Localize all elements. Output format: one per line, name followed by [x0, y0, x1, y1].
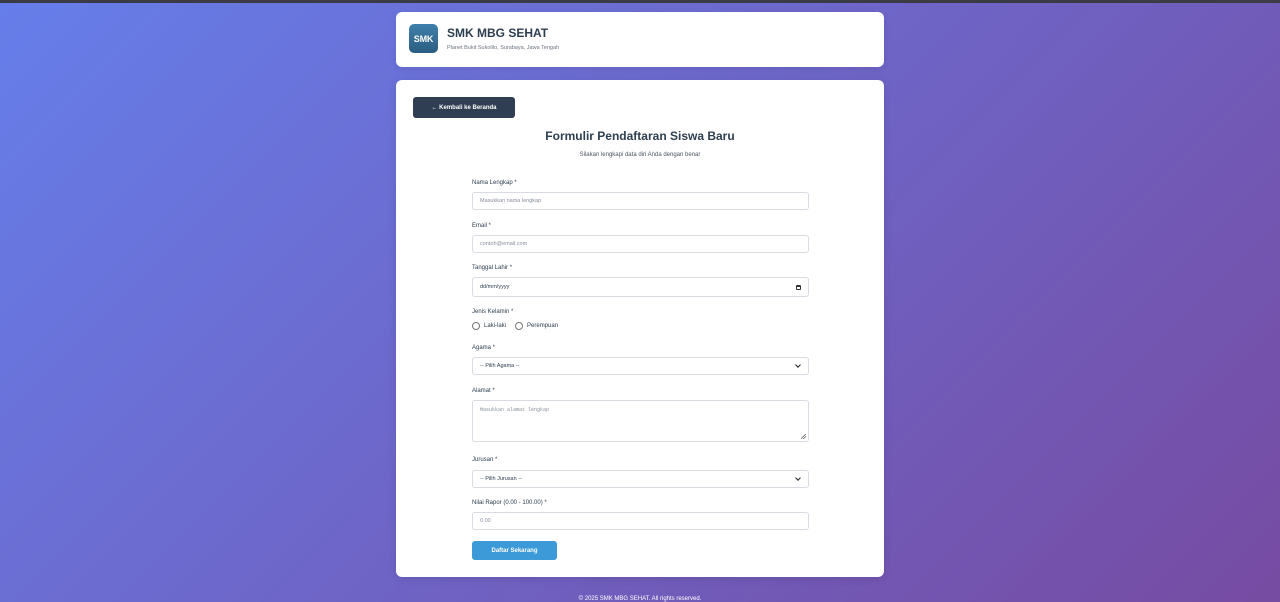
jurusan-label: Jurusan *: [472, 457, 498, 463]
footer-text: © 2025 SMK MBG SEHAT. All rights reserve…: [578, 596, 702, 602]
chevron-down-icon: [795, 362, 801, 368]
radio-laki-label: Laki-laki: [484, 323, 507, 329]
jurusan-select[interactable]: -- Pilih Jurusan --: [472, 470, 809, 488]
radio-option-laki[interactable]: Laki-laki: [472, 322, 506, 330]
date-placeholder: dd/mm/yyyy: [480, 284, 510, 290]
tanggal-input[interactable]: dd/mm/yyyy: [472, 277, 809, 297]
top-border: [0, 0, 1280, 3]
nilai-label: Nilai Rapor (0.00 - 100.00) *: [472, 500, 547, 506]
radio-laki[interactable]: [472, 322, 480, 330]
alamat-textarea[interactable]: Masukkan alamat lengkap: [472, 400, 809, 442]
agama-label: Agama *: [472, 345, 496, 351]
form-title: Formulir Pendaftaran Siswa Baru: [545, 129, 735, 143]
agama-select[interactable]: -- Pilih Agama --: [472, 357, 809, 375]
submit-button[interactable]: Daftar Sekarang: [472, 541, 557, 560]
school-logo: SMK: [409, 24, 438, 53]
jurusan-selected: -- Pilih Jurusan --: [480, 476, 522, 482]
resize-handle-icon[interactable]: [801, 434, 806, 439]
agama-selected: -- Pilih Agama --: [480, 363, 520, 369]
nilai-input[interactable]: [472, 512, 809, 530]
school-address: Planet Bukit Sukolilo, Surabaya, Jawa Te…: [447, 45, 560, 51]
alamat-label: Alamat *: [472, 388, 495, 394]
email-input[interactable]: [472, 235, 809, 253]
tanggal-label: Tanggal Lahir *: [472, 265, 513, 271]
chevron-down-icon: [795, 475, 801, 481]
gender-radio-group: Laki-laki Perempuan: [472, 322, 567, 330]
nama-label: Nama Lengkap *: [472, 180, 517, 186]
school-name: SMK MBG SEHAT: [447, 26, 549, 40]
back-to-home-button[interactable]: ← Kembali ke Beranda: [413, 97, 515, 118]
radio-perempuan[interactable]: [515, 322, 524, 330]
email-label: Email *: [472, 223, 492, 229]
calendar-icon[interactable]: [796, 284, 801, 290]
nama-input[interactable]: [472, 192, 809, 210]
alamat-placeholder: Masukkan alamat lengkap: [480, 407, 550, 413]
radio-option-perempuan[interactable]: Perempuan: [515, 322, 558, 330]
registration-form-card: ← Kembali ke Beranda Formulir Pendaftara…: [396, 80, 884, 577]
radio-perempuan-label: Perempuan: [527, 323, 559, 329]
gender-label: Jenis Kelamin *: [472, 309, 514, 315]
form-subtitle: Silakan lengkapi data diri Anda dengan b…: [579, 152, 701, 158]
site-header: SMK SMK MBG SEHAT Planet Bukit Sukolilo,…: [396, 12, 884, 67]
